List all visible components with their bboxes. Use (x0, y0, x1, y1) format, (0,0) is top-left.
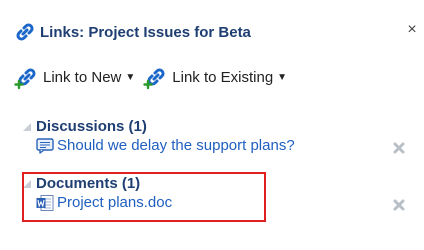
panel-title: Links: Project Issues for Beta (40, 23, 251, 41)
chevron-down-icon: ▼ (125, 71, 136, 83)
discussion-link: Should we delay the support plans? (57, 137, 295, 154)
close-button[interactable]: × (405, 20, 419, 40)
discussions-section-header[interactable]: Discussions (1) (22, 118, 147, 135)
link-to-existing-label: Link to Existing (172, 68, 274, 86)
chain-link-icon (16, 23, 34, 41)
remove-icon[interactable] (392, 141, 406, 155)
link-to-new-label: Link to New (43, 68, 122, 86)
remove-icon[interactable] (392, 198, 406, 212)
links-toolbar: Link to New ▼ Link to Existing ▼ (14, 64, 295, 90)
chevron-down-icon: ▼ (277, 71, 288, 83)
discussion-icon (36, 137, 54, 154)
links-panel: Links: Project Issues for Beta × Link to… (0, 0, 424, 250)
panel-header: Links: Project Issues for Beta (14, 20, 251, 44)
add-link-icon (14, 68, 36, 90)
discussion-item[interactable]: Should we delay the support plans? (36, 137, 295, 154)
link-to-existing-button[interactable]: Link to Existing ▼ (143, 64, 287, 90)
link-to-new-button[interactable]: Link to New ▼ (14, 64, 135, 90)
discussions-title: Discussions (1) (36, 118, 147, 135)
highlight-box (22, 172, 266, 222)
expand-triangle-icon (23, 122, 31, 131)
add-link-icon (143, 68, 165, 90)
